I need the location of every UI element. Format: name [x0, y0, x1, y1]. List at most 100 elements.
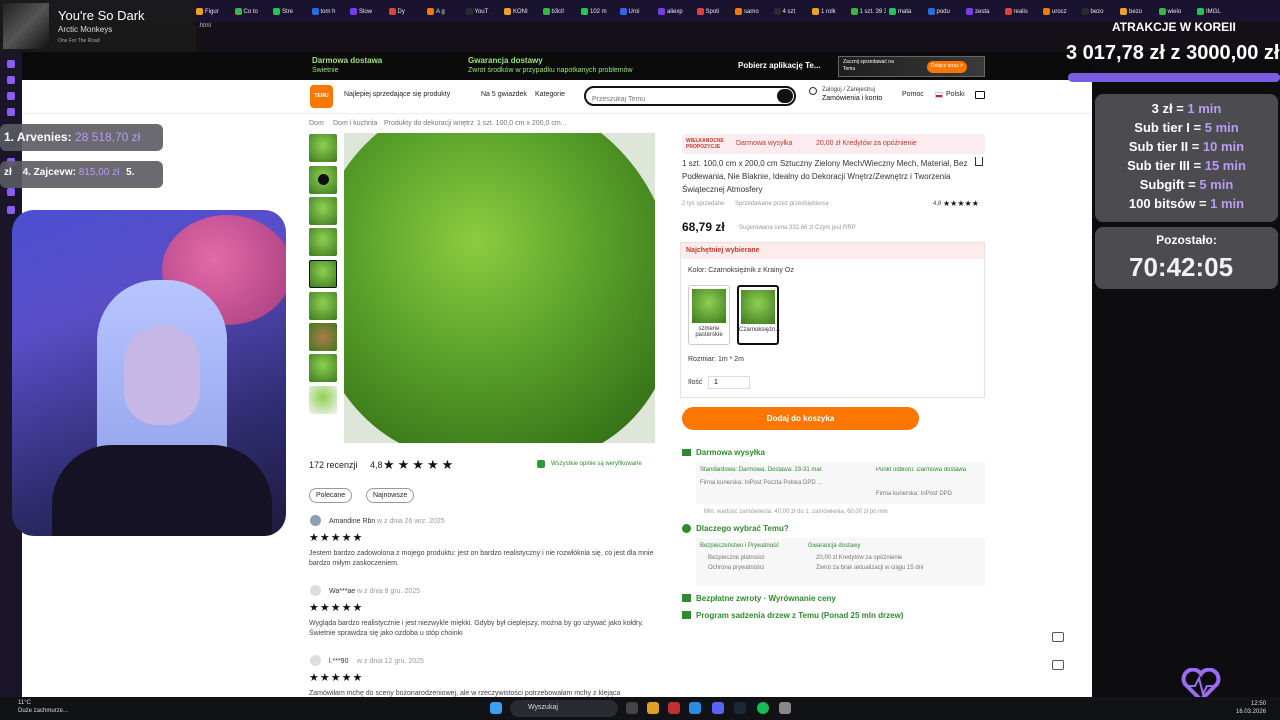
browser-tab[interactable]: Stre — [273, 4, 309, 19]
gallery-thumbnail[interactable] — [309, 134, 337, 162]
browser-tab[interactable]: tom h — [311, 4, 348, 19]
orders-link[interactable]: Zamówienia i konto — [822, 95, 882, 102]
gallery-thumbnail[interactable] — [309, 323, 337, 351]
browser-tab[interactable]: Figur — [196, 4, 232, 19]
taskbar-search[interactable]: Wyszukaj — [510, 700, 618, 717]
breadcrumb-item[interactable]: Dom i kuchnia — [333, 120, 377, 127]
login-link[interactable]: Zaloguj / Zarejestruj — [822, 87, 875, 93]
browser-tab[interactable]: mata — [889, 4, 925, 19]
browser-tab[interactable]: bezo — [1081, 4, 1118, 19]
search-input[interactable] — [592, 96, 762, 103]
nav-five-stars[interactable]: Na 5 gwiazdek — [481, 91, 527, 98]
filter-newest[interactable]: Najnowsze — [366, 488, 415, 503]
windows-start-icon[interactable] — [490, 702, 502, 714]
user-icon[interactable] — [809, 87, 817, 95]
seller-label[interactable]: Sprzedawane przez przedsiębiorcę — [735, 201, 829, 207]
browser-tab[interactable]: samo — [735, 4, 771, 19]
browser-tab[interactable]: realis — [1004, 4, 1041, 19]
browser-tab[interactable]: b3cll — [542, 4, 579, 19]
gallery-thumbnail[interactable] — [309, 228, 337, 256]
temu-logo[interactable]: TEMU — [310, 85, 333, 108]
easter-badge: WIELKANOCNE PROPOZYCJE — [686, 138, 724, 150]
gallery-thumbnail[interactable] — [309, 386, 337, 414]
browser-tab[interactable]: aliexp — [658, 4, 694, 19]
browser-tab[interactable]: urocz — [1043, 4, 1079, 19]
browser-tab[interactable]: 4 szt — [773, 4, 810, 19]
system-clock[interactable]: 12:50 16.03.2026 — [1236, 700, 1266, 716]
gallery-thumbnail[interactable] — [309, 197, 337, 225]
credit-badge[interactable]: 20,00 zł Kredytów za opóźnienie — [816, 140, 917, 147]
cart-icon[interactable] — [975, 91, 985, 99]
search-icon[interactable] — [777, 89, 793, 103]
quantity-select[interactable]: 1 — [708, 376, 750, 389]
browser-tab[interactable]: Uroi — [619, 4, 656, 19]
opera-icon[interactable] — [668, 702, 680, 714]
seller-banner[interactable]: Zacznij sprzedawać na Temu Dołącz teraz … — [838, 56, 985, 77]
browser-tab[interactable]: A g — [427, 4, 463, 19]
nav-language[interactable]: Polski — [946, 91, 965, 98]
tab-label: zesta — [975, 8, 990, 15]
free-returns-link[interactable]: Bezpłatne zwroty · Wyrównanie ceny — [696, 594, 836, 603]
nav-categories[interactable]: Kategorie — [535, 91, 565, 98]
steam-icon[interactable] — [734, 702, 746, 714]
tree-program-link[interactable]: Program sadzenia drzew z Temu (Ponad 25 … — [696, 611, 903, 620]
product-main-image[interactable] — [344, 133, 655, 443]
browser-tab[interactable]: IMGL — [1197, 4, 1233, 19]
message-icon[interactable] — [1052, 632, 1064, 642]
free-shipping-badge[interactable]: Darmowa wysyłka — [736, 140, 792, 147]
filter-recommended[interactable]: Polecane — [309, 488, 353, 503]
browser-tab[interactable]: 1 szt. 39 3 — [850, 4, 886, 19]
discord-icon[interactable] — [712, 702, 724, 714]
join-now-button[interactable]: Dołącz teraz > — [927, 61, 968, 73]
browser-tab[interactable]: Dy — [388, 4, 425, 19]
file-explorer-icon[interactable] — [647, 702, 659, 714]
browser-tab[interactable]: wielo — [1158, 4, 1195, 19]
nav-help[interactable]: Pomoc — [902, 91, 924, 98]
why-temu-heading[interactable]: Dlaczego wybrać Temu? — [696, 524, 789, 533]
sidebar-app-icon[interactable] — [7, 60, 15, 68]
promo-free-delivery[interactable]: Darmowa dostawa Świetnie — [312, 56, 382, 75]
browser-tab[interactable]: podu — [927, 4, 964, 19]
breadcrumb-item[interactable]: Dom — [309, 120, 324, 127]
task-view-icon[interactable] — [626, 702, 638, 714]
browser-tab[interactable]: bezo — [1120, 4, 1156, 19]
search-box[interactable] — [584, 86, 796, 106]
shipping-heading[interactable]: Darmowa wysyłka — [696, 448, 765, 457]
browser-tab[interactable]: zesta — [966, 4, 1002, 19]
gallery-thumbnail[interactable] — [309, 292, 337, 320]
share-icon[interactable] — [975, 157, 983, 166]
browser-tab[interactable]: 1 rolk — [812, 4, 848, 19]
nav-bestsellers[interactable]: Najlepiej sprzedające się produkty — [344, 91, 450, 98]
spotify-icon[interactable] — [757, 702, 769, 714]
sidebar-app-icon[interactable] — [7, 108, 15, 116]
add-to-cart-button[interactable]: Dodaj do koszyka — [682, 407, 919, 430]
review-count[interactable]: 172 recenzji — [309, 460, 358, 470]
sidebar-app-icon[interactable] — [7, 188, 15, 196]
browser-tab[interactable]: Slow — [350, 4, 386, 19]
sidebar-app-icon[interactable] — [7, 76, 15, 84]
browser-tab[interactable]: Spoti — [696, 4, 733, 19]
browser-tab[interactable]: 102 m — [581, 4, 617, 19]
choice-header[interactable]: Najchętniej wybierane — [681, 243, 984, 259]
gallery-thumbnail[interactable] — [309, 354, 337, 382]
gallery-video-thumbnail[interactable] — [309, 166, 337, 194]
weather-widget[interactable]: 11°C Duże zachmurze... — [18, 699, 68, 715]
sidebar-app-icon[interactable] — [7, 206, 15, 214]
browser-tab[interactable]: KONI — [504, 4, 540, 19]
sidebar-app-icon[interactable] — [7, 92, 15, 100]
breadcrumb-item[interactable]: Produkty do dekoracji wnętrz — [384, 120, 474, 127]
promo-guarantee[interactable]: Gwarancja dostawy Zwrot środków w przypa… — [468, 56, 633, 75]
rrp-note[interactable]: Sugerowana cena 332,66 zł Czym jest RRP — [739, 225, 856, 231]
settings-icon[interactable] — [779, 702, 791, 714]
tab-favicon-icon — [196, 8, 203, 15]
gallery-thumbnail-selected[interactable] — [309, 260, 337, 288]
color-option[interactable]: szmerie pasterskie — [688, 285, 730, 345]
app-icon[interactable] — [689, 702, 701, 714]
browser-tab[interactable]: Co to — [234, 4, 271, 19]
rate-key: Sub tier I = — [1134, 120, 1205, 135]
browser-tab[interactable]: YouT — [465, 4, 502, 19]
address-fragment[interactable]: .html — [198, 23, 211, 29]
feedback-icon[interactable] — [1052, 660, 1064, 670]
app-download-link[interactable]: Pobierz aplikację Te... — [738, 61, 821, 70]
color-option-selected[interactable]: Czarnoksiężn... — [737, 285, 780, 345]
